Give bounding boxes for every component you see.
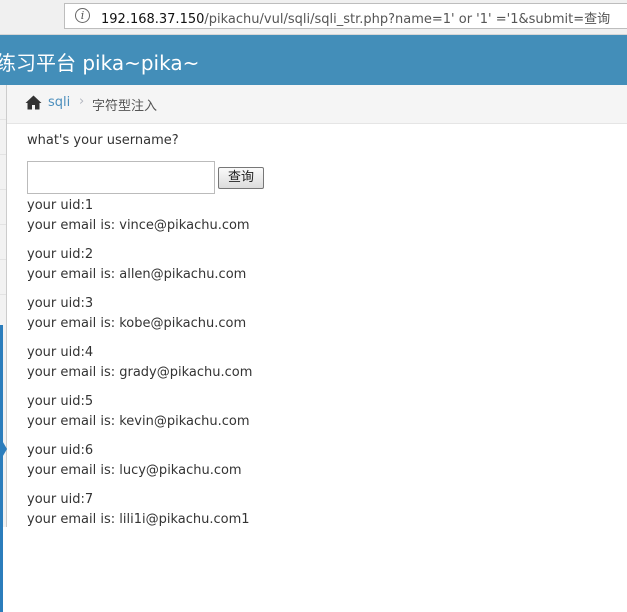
result-email: your email is: grady@pikachu.com	[27, 365, 253, 380]
sidebar-active-indicator	[0, 325, 3, 612]
result-uid: your uid:7	[27, 492, 94, 507]
result-uid: your uid:5	[27, 394, 94, 409]
browser-address-bar: i 192.168.37.150/pikachu/vul/sqli/sqli_s…	[0, 0, 627, 35]
sidebar-collapse-arrow-icon[interactable]	[0, 437, 7, 461]
result-email: your email is: allen@pikachu.com	[27, 267, 247, 282]
url-path: /pikachu/vul/sqli/sqli_str.php?name=1' o…	[204, 12, 611, 27]
url-field[interactable]: i 192.168.37.150/pikachu/vul/sqli/sqli_s…	[64, 3, 627, 29]
sidebar-divider	[0, 224, 6, 225]
sidebar-edge	[0, 85, 7, 612]
sidebar-divider	[0, 154, 6, 155]
breadcrumb-link-sqli[interactable]: sqli	[48, 95, 70, 110]
sidebar-divider	[0, 119, 6, 120]
url-text[interactable]: 192.168.37.150/pikachu/vul/sqli/sqli_str…	[101, 8, 610, 27]
sidebar-divider	[0, 259, 6, 260]
home-icon[interactable]	[25, 95, 42, 110]
username-input[interactable]	[27, 161, 215, 194]
brand-title[interactable]: 练习平台 pika~pika~	[0, 47, 199, 76]
result-uid: your uid:3	[27, 296, 94, 311]
result-uid: your uid:6	[27, 443, 94, 458]
sidebar-divider	[0, 294, 6, 295]
result-email: your email is: lucy@pikachu.com	[27, 463, 242, 478]
breadcrumb: sqli › 字符型注入	[7, 85, 627, 124]
result-uid: your uid:2	[27, 247, 94, 262]
result-email: your email is: lili1i@pikachu.com1	[27, 512, 250, 527]
result-uid: your uid:1	[27, 198, 94, 213]
result-email: your email is: kobe@pikachu.com	[27, 316, 247, 331]
url-host: 192.168.37.150	[101, 12, 205, 27]
breadcrumb-separator-icon: ›	[79, 94, 85, 109]
result-uid: your uid:4	[27, 345, 94, 360]
submit-button[interactable]: 查询	[218, 167, 264, 189]
username-prompt: what's your username?	[27, 133, 179, 148]
result-email: your email is: kevin@pikachu.com	[27, 414, 250, 429]
info-icon[interactable]: i	[75, 8, 90, 23]
breadcrumb-current: 字符型注入	[92, 99, 158, 114]
sidebar-divider	[0, 189, 6, 190]
result-email: your email is: vince@pikachu.com	[27, 218, 250, 233]
navbar: 练习平台 pika~pika~	[0, 35, 627, 85]
